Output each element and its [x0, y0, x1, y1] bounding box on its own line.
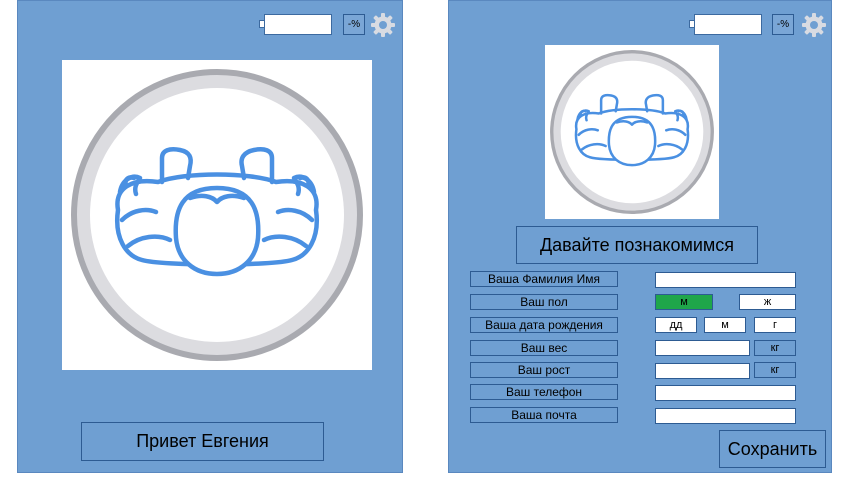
- gender-male-option[interactable]: м: [655, 294, 713, 310]
- gear-icon[interactable]: [801, 12, 827, 38]
- greeting-button[interactable]: Привет Евгения: [81, 422, 324, 461]
- birth-day-field[interactable]: дд: [655, 317, 697, 333]
- birth-month-field[interactable]: м: [704, 317, 746, 333]
- phone-label: Ваш телефон: [470, 384, 618, 400]
- gender-female-option[interactable]: ж: [739, 294, 796, 310]
- height-label: Ваш рост: [470, 362, 618, 378]
- birth-year-field[interactable]: г: [754, 317, 796, 333]
- gear-icon[interactable]: [370, 12, 396, 38]
- battery-icon: [264, 14, 332, 35]
- height-unit: кг: [754, 362, 796, 378]
- weight-input[interactable]: [655, 340, 750, 356]
- user-avatar-icon: [545, 45, 719, 219]
- battery-icon: [694, 14, 762, 35]
- weight-label: Ваш вес: [470, 340, 618, 356]
- user-avatar-icon: [62, 60, 372, 370]
- email-input[interactable]: [655, 408, 796, 424]
- birthdate-label: Ваша дата рождения: [470, 317, 618, 333]
- profile-screen: -% Давайте познакомимся Ваша Фамилия Имя…: [448, 0, 832, 473]
- avatar-image: [545, 45, 719, 219]
- name-input[interactable]: [655, 272, 796, 288]
- phone-input[interactable]: [655, 385, 796, 401]
- avatar-image: [62, 60, 372, 370]
- gender-label: Ваш пол: [470, 294, 618, 310]
- battery-percent-button[interactable]: -%: [343, 14, 365, 35]
- save-button[interactable]: Сохранить: [719, 430, 826, 468]
- intro-button[interactable]: Давайте познакомимся: [516, 226, 758, 264]
- battery-percent-button[interactable]: -%: [772, 14, 794, 35]
- welcome-screen: -% Привет Евгения: [17, 0, 403, 473]
- email-label: Ваша почта: [470, 407, 618, 423]
- weight-unit: кг: [754, 340, 796, 356]
- height-input[interactable]: [655, 363, 750, 379]
- name-label: Ваша Фамилия Имя: [470, 271, 618, 287]
